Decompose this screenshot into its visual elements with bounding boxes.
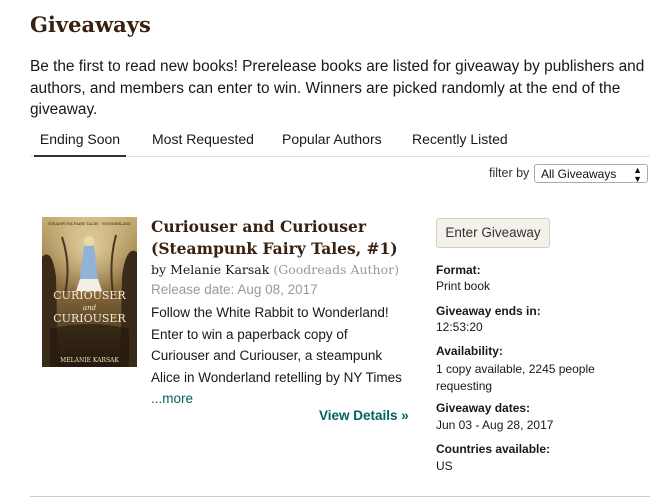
filter-select[interactable]: All Giveaways ▲ ▼ <box>534 164 648 184</box>
book-title-link[interactable]: Curiouser and Curiouser (Steampunk Fairy… <box>151 216 421 260</box>
intro-text: Be the first to read new books! Prerelea… <box>30 58 645 118</box>
cover-author-text: MELANIE KARSAK <box>60 357 119 364</box>
format-info: Format: Print book <box>436 262 646 294</box>
enter-giveaway-button[interactable]: Enter Giveaway <box>436 218 550 248</box>
tab-popular-authors[interactable]: Popular Authors <box>282 128 382 155</box>
author-role: (Goodreads Author) <box>273 262 399 277</box>
dates-value: Jun 03 - Aug 28, 2017 <box>436 418 554 432</box>
countries-info: Countries available: US <box>436 441 646 475</box>
tab-most-requested[interactable]: Most Requested <box>152 128 254 155</box>
dates-label: Giveaway dates: <box>436 401 531 415</box>
select-arrows-icon: ▲ ▼ <box>633 165 642 184</box>
byline: by Melanie Karsak (Goodreads Author) <box>151 262 399 277</box>
filter-selected-value: All Giveaways <box>541 167 617 181</box>
book-cover[interactable]: STEAMPUNK FAIRY TALES · WONDERLAND CURIO… <box>42 217 137 367</box>
divider <box>30 496 650 497</box>
view-details-link[interactable]: View Details » <box>319 408 409 423</box>
page-title: Giveaways <box>30 12 151 37</box>
more-link[interactable]: ...more <box>151 391 193 406</box>
format-value: Print book <box>436 279 491 293</box>
availability-label: Availability: <box>436 344 503 358</box>
availability-value: 1 copy available, 2245 people requesting <box>436 361 595 394</box>
ends-label: Giveaway ends in: <box>436 304 541 318</box>
tab-ending-soon[interactable]: Ending Soon <box>34 128 126 157</box>
dates-info: Giveaway dates: Jun 03 - Aug 28, 2017 <box>436 400 646 434</box>
by-label: by <box>151 262 167 277</box>
tab-recently-listed[interactable]: Recently Listed <box>412 128 508 155</box>
ends-value: 12:53:20 <box>436 320 483 334</box>
countries-value: US <box>436 459 453 473</box>
cover-series-text: STEAMPUNK FAIRY TALES · WONDERLAND <box>48 222 131 226</box>
book-description: Follow the White Rabbit to Wonderland! E… <box>151 302 406 410</box>
ends-info: Giveaway ends in: 12:53:20 <box>436 303 646 335</box>
cover-title-bottom: CURIOUSER <box>53 312 126 325</box>
cover-title-and: and <box>83 304 97 312</box>
availability-info: Availability: 1 copy available, 2245 peo… <box>436 343 646 396</box>
filter-label: filter by <box>489 166 530 180</box>
description-text: Follow the White Rabbit to Wonderland! E… <box>151 305 402 385</box>
countries-label: Countries available: <box>436 442 551 456</box>
cover-title-top: CURIOUSER <box>53 289 126 302</box>
author-link[interactable]: Melanie Karsak <box>170 262 269 277</box>
format-label: Format: <box>436 263 481 277</box>
giveaway-tabs: Ending Soon Most Requested Popular Autho… <box>30 128 650 157</box>
release-date: Release date: Aug 08, 2017 <box>151 282 318 297</box>
